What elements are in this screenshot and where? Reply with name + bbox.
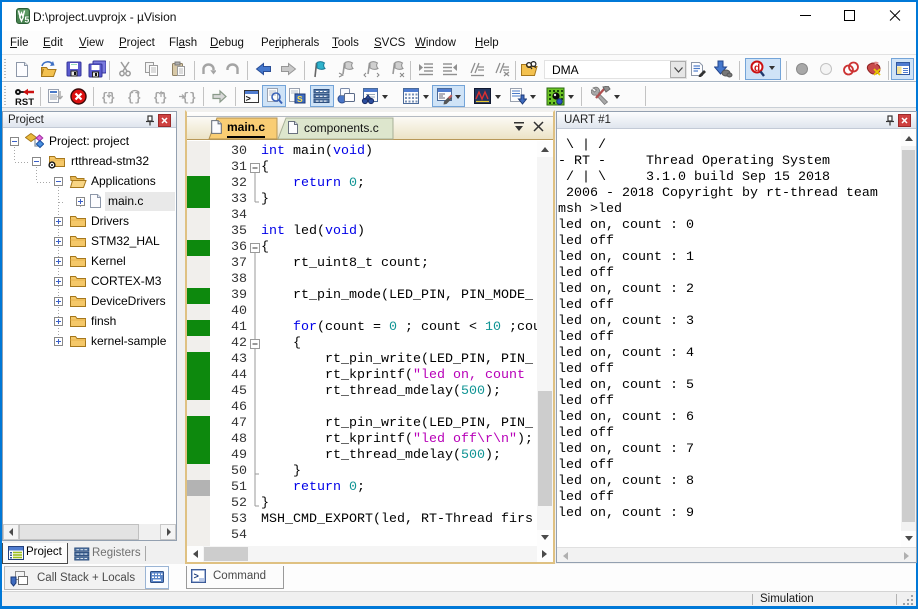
svg-text:5: 5 bbox=[25, 15, 30, 25]
svg-text:{}: {} bbox=[182, 91, 196, 105]
svg-text:>: > bbox=[246, 95, 251, 105]
svg-text:d: d bbox=[754, 63, 760, 74]
svg-text:S: S bbox=[297, 94, 303, 104]
svg-text:>: > bbox=[194, 572, 199, 582]
svg-text:RST: RST bbox=[15, 97, 34, 107]
svg-text:{}: {} bbox=[101, 91, 115, 105]
